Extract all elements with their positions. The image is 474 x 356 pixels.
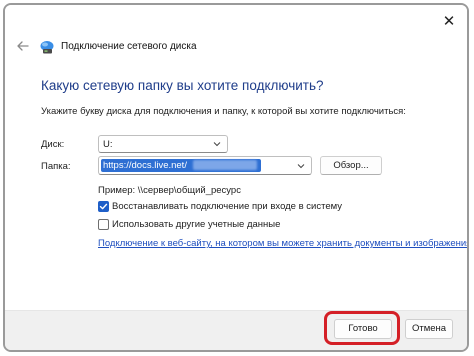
page-heading: Какую сетевую папку вы хотите подключить… — [41, 78, 324, 93]
chevron-down-icon[interactable] — [297, 162, 305, 170]
website-connect-link[interactable]: Подключение к веб-сайту, на котором вы м… — [98, 238, 467, 249]
drive-select[interactable]: U: — [98, 135, 228, 153]
browse-button[interactable]: Обзор... — [320, 156, 382, 175]
checkmark-icon — [99, 203, 108, 210]
close-button[interactable]: ✕ — [441, 14, 457, 30]
reconnect-label[interactable]: Восстанавливать подключение при входе в … — [112, 201, 342, 212]
other-credentials-label[interactable]: Использовать другие учетные данные — [112, 219, 280, 230]
back-arrow-icon[interactable] — [16, 39, 30, 53]
chevron-down-icon — [213, 142, 221, 147]
folder-input[interactable]: https://docs.live.net/ — [98, 156, 312, 175]
cancel-button[interactable]: Отмена — [405, 319, 453, 339]
dialog-window: ✕ Подключение сетевого диска Какую сетев… — [3, 3, 469, 352]
example-text: Пример: \\сервер\общий_ресурс — [98, 185, 241, 196]
dialog-content: ✕ Подключение сетевого диска Какую сетев… — [5, 5, 467, 310]
instruction-text: Укажите букву диска для подключения и па… — [41, 106, 406, 117]
drive-select-value: U: — [103, 139, 113, 150]
other-credentials-checkbox[interactable] — [98, 219, 109, 230]
network-drive-icon — [40, 41, 54, 54]
done-button[interactable]: Готово — [334, 319, 392, 339]
folder-input-value: https://docs.live.net/ — [103, 160, 187, 171]
folder-label: Папка: — [41, 161, 71, 172]
blurred-url-part — [193, 160, 257, 170]
drive-label: Диск: — [41, 139, 65, 150]
window-title: Подключение сетевого диска — [61, 41, 197, 52]
reconnect-checkbox[interactable] — [98, 201, 109, 212]
dialog-footer — [5, 310, 467, 350]
